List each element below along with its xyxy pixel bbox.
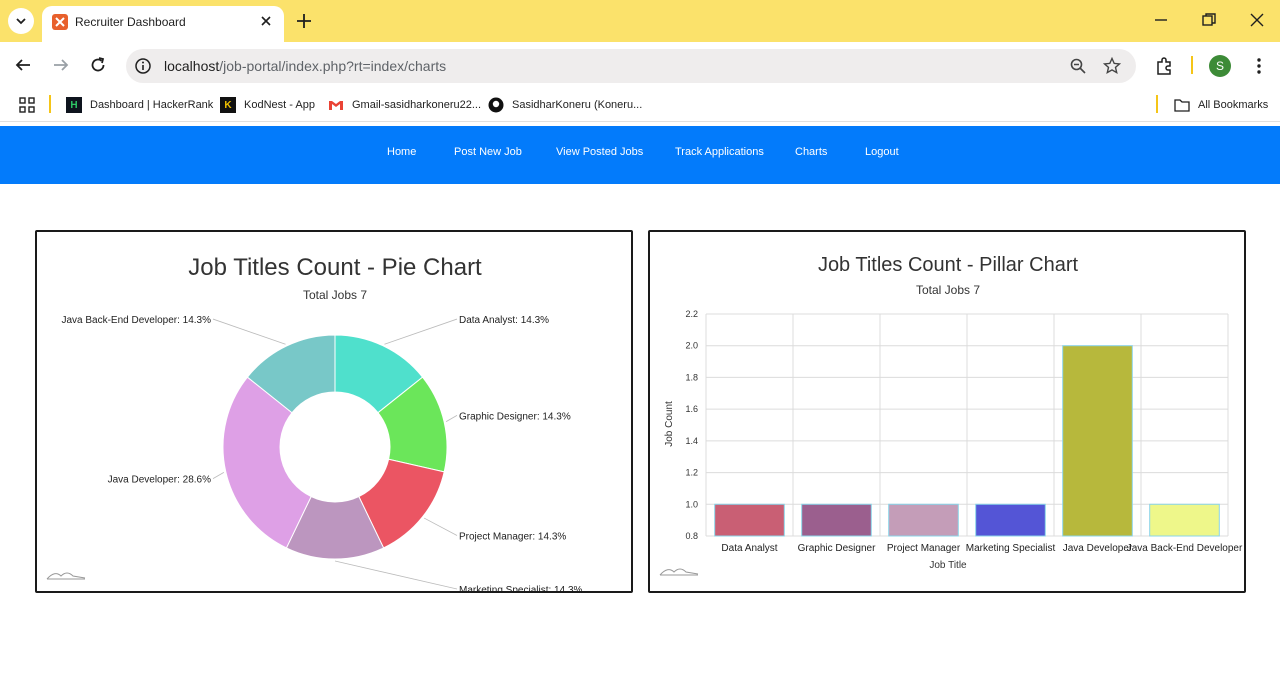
url-path: /job-portal/index.php?rt=index/charts [219, 58, 447, 74]
bar-y-axis-label: Job Count [664, 401, 675, 447]
bookmark-label: KodNest - App [244, 99, 315, 111]
pie-label-connector [384, 318, 458, 345]
bookmark-star-icon[interactable] [1103, 57, 1121, 75]
nav-post-new-job[interactable]: Post New Job [454, 146, 522, 158]
reload-icon[interactable] [89, 56, 107, 74]
bookmarks-divider [1156, 95, 1158, 113]
bar-y-tick-label: 1.4 [685, 436, 698, 446]
bar-chart: Job Titles Count - Pillar Chart Total Jo… [659, 254, 1243, 576]
zoom-icon[interactable] [1069, 57, 1087, 75]
pie-label-connector [445, 415, 458, 422]
bar-y-tick-label: 1.6 [685, 404, 698, 414]
bar[interactable] [888, 503, 959, 537]
bar-y-tick-label: 0.8 [685, 531, 698, 541]
chart-watermark-icon [46, 572, 86, 580]
hackerrank-icon: H [66, 97, 82, 113]
close-window-icon[interactable] [1249, 12, 1265, 28]
kodnest-icon: K [220, 97, 236, 113]
url-host: localhost [164, 58, 220, 74]
gmail-icon [329, 101, 343, 110]
bookmark-github[interactable]: SasidharKoneru (Koneru... [488, 96, 642, 114]
pie-chart: Job Titles Count - Pie Chart Total Jobs … [46, 254, 583, 591]
bookmark-hackerrank[interactable]: H Dashboard | HackerRank [66, 96, 213, 114]
site-info-icon[interactable] [134, 57, 152, 75]
bar-x-tick-label: Data Analyst [721, 543, 777, 554]
restore-icon[interactable] [1201, 12, 1217, 28]
pie-label-connector [212, 318, 286, 345]
bar-y-tick-label: 2.0 [685, 341, 698, 351]
folder-icon [1174, 99, 1190, 112]
chart-watermark-icon [659, 568, 699, 576]
github-icon [488, 97, 504, 113]
pie-label-connector [423, 517, 458, 536]
pie-data-label: Java Developer: 28.6% [108, 475, 212, 486]
bar-chart-card: Job Titles Count - Pillar Chart Total Jo… [648, 230, 1246, 593]
pie-data-label: Data Analyst: 14.3% [459, 315, 549, 326]
site-nav-bar: Home Post New Job View Posted Jobs Track… [0, 126, 1280, 184]
bookmark-label: Gmail-sasidharkoneru22... [352, 99, 482, 111]
bar-y-tick-label: 1.0 [685, 499, 698, 509]
apps-grid-icon[interactable] [19, 97, 35, 113]
bookmarks-divider [49, 95, 51, 113]
bookmark-kodnest[interactable]: K KodNest - App [220, 96, 315, 114]
xampp-favicon-icon [52, 14, 68, 30]
extensions-icon[interactable] [1154, 56, 1174, 76]
bar[interactable] [801, 503, 872, 537]
tab-search-button[interactable] [8, 8, 34, 34]
bar-x-tick-label: Graphic Designer [798, 543, 876, 554]
more-menu-icon[interactable] [1249, 56, 1269, 76]
bar-y-tick-label: 2.2 [685, 309, 698, 319]
bar[interactable] [714, 503, 785, 537]
pie-chart-subtitle: Total Jobs 7 [303, 288, 367, 302]
bar-x-tick-label: Java Developer [1063, 543, 1133, 554]
back-arrow-icon[interactable] [14, 56, 32, 74]
bookmark-label: SasidharKoneru (Koneru... [512, 99, 643, 111]
toolbar-divider [1191, 56, 1193, 74]
bar-chart-subtitle: Total Jobs 7 [916, 283, 980, 297]
bookmarks-bar: H Dashboard | HackerRank K KodNest - App… [0, 88, 1280, 122]
bar-x-tick-label: Java Back-End Developer [1127, 543, 1243, 554]
minimize-icon[interactable] [1153, 12, 1169, 28]
nav-logout[interactable]: Logout [865, 146, 899, 158]
bar-x-tick-label: Marketing Specialist [966, 543, 1056, 554]
browser-tab[interactable]: Recruiter Dashboard [42, 6, 284, 42]
nav-view-posted-jobs[interactable]: View Posted Jobs [556, 146, 643, 158]
bar-x-tick-label: Project Manager [887, 543, 961, 554]
nav-charts[interactable]: Charts [795, 146, 827, 158]
profile-avatar[interactable]: S [1209, 55, 1231, 77]
address-bar[interactable]: localhost/job-portal/index.php?rt=index/… [126, 49, 1136, 83]
bookmark-gmail[interactable]: Gmail-sasidharkoneru22... [328, 96, 481, 114]
bar[interactable] [1149, 503, 1220, 537]
pie-data-label: Marketing Specialist: 14.3% [459, 585, 583, 591]
url-text: localhost/job-portal/index.php?rt=index/… [164, 58, 446, 74]
browser-tab-strip: Recruiter Dashboard [0, 0, 1280, 42]
bar-x-axis-label: Job Title [929, 560, 967, 571]
new-tab-icon[interactable] [294, 11, 314, 31]
bar[interactable] [1062, 345, 1133, 537]
bookmark-label: Dashboard | HackerRank [90, 99, 214, 111]
bar-chart-title: Job Titles Count - Pillar Chart [818, 254, 1079, 276]
pie-label-connector [334, 560, 458, 590]
forward-arrow-icon[interactable] [52, 56, 70, 74]
pie-data-label: Project Manager: 14.3% [459, 532, 566, 543]
nav-home[interactable]: Home [387, 146, 416, 158]
browser-toolbar: localhost/job-portal/index.php?rt=index/… [0, 42, 1280, 88]
pie-data-label: Graphic Designer: 14.3% [459, 411, 571, 422]
all-bookmarks[interactable]: All Bookmarks [1174, 96, 1268, 114]
pie-chart-title: Job Titles Count - Pie Chart [188, 254, 482, 281]
close-tab-icon[interactable] [258, 13, 274, 29]
tab-title: Recruiter Dashboard [75, 15, 186, 29]
bar[interactable] [975, 503, 1046, 537]
pie-data-label: Java Back-End Developer: 14.3% [61, 315, 211, 326]
pie-chart-card: Job Titles Count - Pie Chart Total Jobs … [35, 230, 633, 593]
chevron-down-icon [16, 18, 26, 25]
nav-track-applications[interactable]: Track Applications [675, 146, 764, 158]
bar-y-tick-label: 1.2 [685, 468, 698, 478]
all-bookmarks-label: All Bookmarks [1198, 99, 1269, 111]
bar-y-tick-label: 1.8 [685, 372, 698, 382]
pie-label-connector [212, 472, 225, 479]
